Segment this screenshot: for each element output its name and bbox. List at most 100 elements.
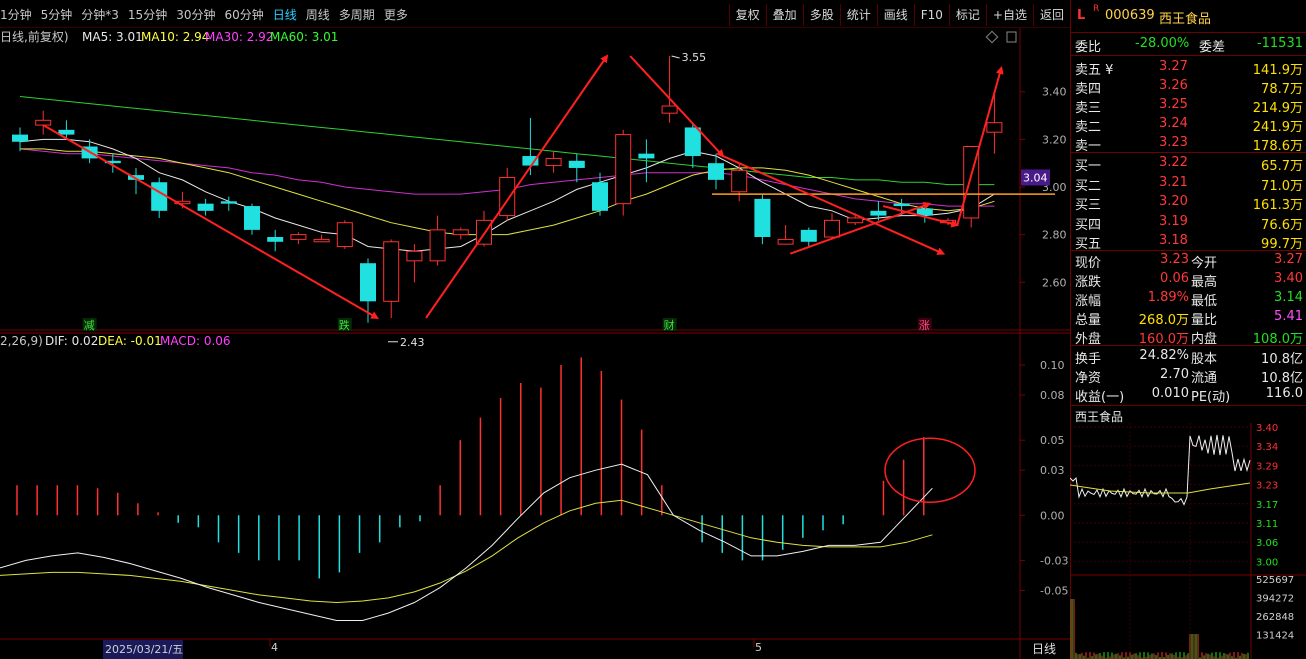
candle-body (800, 229, 817, 242)
ask-price: 3.25 (1159, 97, 1188, 112)
extra-label: 净资 (1075, 371, 1102, 386)
toolbar-button[interactable]: 返回 (1032, 4, 1070, 26)
period-tabs: 1分钟 5分钟 分钟*3 15分钟 30分钟 60分钟 日线 周线 多周期 更多 (0, 0, 417, 28)
stat-label: 最高 (1191, 275, 1218, 290)
period-tab[interactable]: 60分钟 (224, 6, 263, 23)
extra-label: 流通 (1191, 371, 1218, 386)
period-toolbar: 1分钟 5分钟 分钟*3 15分钟 30分钟 60分钟 日线 周线 多周期 更多 复权 叠加 多股 统计… (0, 0, 1070, 28)
extra-value: 116.0 (1265, 386, 1303, 401)
extra-label: 收益(一) (1075, 390, 1125, 405)
extra-value: 24.82% (1139, 348, 1189, 363)
mini-vol-label: 131424 (1256, 631, 1294, 642)
bid-label: 买三 (1075, 198, 1102, 213)
extra-value: 2.70 (1160, 367, 1189, 382)
extra-row: 换手 24.82% 股本 10.8亿 (1071, 347, 1306, 367)
period-tab[interactable]: 日线 (273, 6, 297, 23)
candle-body (336, 222, 353, 248)
mini-vol-label: 525697 (1256, 575, 1294, 586)
macd-label: MACD: 0.06 (160, 334, 231, 348)
period-label: 日线 (1032, 642, 1056, 656)
period-tab[interactable]: 1分钟 (0, 6, 32, 23)
extra-label: 换手 (1075, 352, 1102, 367)
ask-volume: 241.9万 (1252, 120, 1303, 135)
bid-row[interactable]: 买五 3.18 99.7万 (1071, 232, 1306, 252)
period-tab[interactable]: 更多 (384, 6, 408, 23)
toolbar-button[interactable]: 统计 (839, 4, 877, 26)
period-tab[interactable]: 分钟*3 (81, 6, 119, 23)
mini-price-line (1070, 434, 1251, 506)
macd-tick-label: -0.03 (1040, 554, 1068, 567)
stat-value: 3.40 (1274, 271, 1303, 286)
candle-body (568, 160, 585, 168)
toolbar-button[interactable]: 画线 (876, 4, 914, 26)
candle-body (661, 105, 678, 114)
ask-row[interactable]: 卖五 ¥ 3.27 141.9万 (1071, 58, 1306, 78)
toolbar-button[interactable]: +自选 (985, 4, 1033, 26)
candle-body (290, 234, 307, 240)
bid-row[interactable]: 买三 3.20 161.3万 (1071, 193, 1306, 213)
ask-row[interactable]: 卖一 3.23 178.6万 (1071, 134, 1306, 154)
bid-row[interactable]: 买四 3.19 76.6万 (1071, 213, 1306, 233)
candle-body (986, 122, 1003, 133)
kline-chart[interactable]: 日线,前复权) MA5: 3.01MA10: 2.94MA30: 2.92MA60… (0, 28, 1070, 659)
ask-label: 卖四 (1075, 82, 1102, 97)
extra-label: 股本 (1191, 352, 1218, 367)
bid-label: 买二 (1075, 178, 1102, 194)
ma10-label: MA10: 2.94 (141, 30, 209, 44)
ask-row[interactable]: 卖四 3.26 78.7万 (1071, 77, 1306, 97)
ma30-label: MA30: 2.92 (205, 30, 273, 44)
mini-vol-label: 262848 (1256, 612, 1294, 623)
ask-price: 3.26 (1159, 78, 1188, 93)
high-pointer (671, 55, 680, 59)
month-label: 5 (755, 641, 762, 654)
bid-row[interactable]: 买一 3.22 65.7万 (1071, 154, 1306, 174)
price-tick-label: 2.80 (1042, 229, 1067, 242)
mini-price-label: 3.11 (1256, 519, 1278, 530)
event-marker-label: 跌 (339, 318, 350, 332)
stat-label: 今开 (1191, 256, 1218, 271)
highlight-circle (884, 437, 976, 503)
ask-price: 3.23 (1159, 135, 1188, 150)
candle-body (383, 241, 400, 302)
period-tab[interactable]: 多周期 (339, 6, 375, 23)
stat-label: 量比 (1191, 313, 1218, 328)
ask-row[interactable]: 卖二 3.24 241.9万 (1071, 115, 1306, 135)
stat-row: 现价 3.23 今开 3.27 (1071, 251, 1306, 271)
period-tab[interactable]: 30分钟 (176, 6, 215, 23)
toolbar-button[interactable]: 叠加 (765, 4, 803, 26)
trend-arrow-down-2 (629, 55, 725, 158)
period-tab[interactable]: 15分钟 (128, 6, 167, 23)
toolbar-button[interactable]: F10 (913, 4, 949, 26)
stock-name: 西王食品 (1159, 12, 1212, 27)
stat-label: 总量 (1075, 313, 1102, 328)
bid-row[interactable]: 买二 3.21 71.0万 (1071, 174, 1306, 194)
date-label: 2025/03/21/五 (105, 643, 183, 656)
price-tick-label: 3.20 (1042, 133, 1067, 146)
event-marker-label: 减 (84, 319, 95, 332)
extra-row: 收益(一) 0.010 PE(动) 116.0 (1071, 385, 1306, 405)
extra-row: 净资 2.70 流通 10.8亿 (1071, 366, 1306, 386)
bid-volume: 71.0万 (1261, 178, 1303, 194)
candle-body (499, 176, 516, 217)
stock-code: 000639 (1105, 8, 1155, 23)
candle-body (754, 198, 771, 238)
candle-body (592, 182, 608, 211)
mini-price-label: 3.40 (1256, 423, 1278, 434)
weibi-row: 委比 -28.00% 委差 -11531 (1075, 36, 1303, 55)
candle-body (452, 229, 469, 236)
toolbar-button[interactable]: 多股 (802, 4, 840, 26)
toolbar-button[interactable]: 标记 (948, 4, 986, 26)
macd-tick-label: 0.00 (1040, 509, 1065, 522)
bid-price: 3.19 (1159, 213, 1188, 229)
toolbar-button[interactable]: 复权 (728, 4, 766, 26)
ask-row[interactable]: 卖三 3.25 214.9万 (1071, 96, 1306, 116)
period-tab[interactable]: 周线 (306, 6, 330, 23)
ask-label: 卖五 ¥ (1075, 63, 1114, 78)
stat-value: 268.0万 (1138, 313, 1189, 328)
bid-volume: 65.7万 (1261, 159, 1303, 174)
candle-body (870, 210, 887, 216)
intraday-mini-chart[interactable]: 3.40 3.34 3.29 3.23 3.17 3.11 3.06 3.00 525697 39… (1070, 423, 1306, 659)
mini-price-label: 3.00 (1256, 557, 1278, 568)
stat-row: 外盘 160.0万 内盘 108.0万 (1071, 327, 1306, 347)
period-tab[interactable]: 5分钟 (41, 6, 73, 23)
